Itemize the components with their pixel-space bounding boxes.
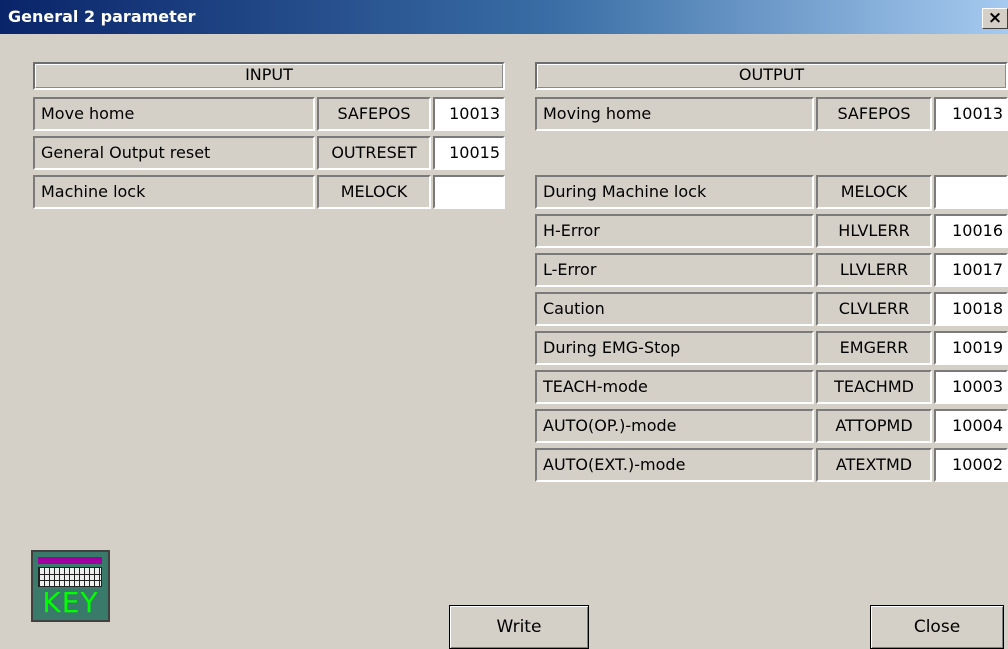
keyboard-icon[interactable]: KEY [31,550,110,622]
output-label: L-Error [535,253,814,287]
keyboard-icon-bar [38,557,102,564]
input-code: OUTRESET [317,136,431,170]
output-label: AUTO(OP.)-mode [535,409,814,443]
output-value-field[interactable]: 10003 [934,370,1008,404]
output-value-field[interactable]: 10013 [934,97,1008,131]
output-code: TEACHMD [816,370,932,404]
window-title: General 2 parameter [8,7,196,26]
output-value-field[interactable]: 10018 [934,292,1008,326]
output-code: CLVLERR [816,292,932,326]
output-label: Moving home [535,97,814,131]
output-value-field[interactable] [934,175,1008,209]
input-code: SAFEPOS [317,97,431,131]
output-label: TEACH-mode [535,370,814,404]
output-code: HLVLERR [816,214,932,248]
output-code: MELOCK [816,175,932,209]
input-value-field[interactable]: 10013 [433,97,505,131]
output-code: SAFEPOS [816,97,932,131]
output-code: ATTOPMD [816,409,932,443]
output-value-field[interactable]: 10016 [934,214,1008,248]
output-code: EMGERR [816,331,932,365]
output-label: During EMG-Stop [535,331,814,365]
input-value-field[interactable] [433,175,505,209]
output-label: During Machine lock [535,175,814,209]
close-button[interactable]: Close [870,605,1004,649]
output-label: H-Error [535,214,814,248]
output-value-field[interactable]: 10017 [934,253,1008,287]
input-label: Machine lock [33,175,315,209]
input-code: MELOCK [317,175,431,209]
close-icon: × [987,8,1003,28]
input-value-field[interactable]: 10015 [433,136,505,170]
output-code: ATEXTMD [816,448,932,482]
output-value-field[interactable]: 10019 [934,331,1008,365]
input-label: General Output reset [33,136,315,170]
title-bar: General 2 parameter × [0,0,1008,34]
output-value-field[interactable]: 10004 [934,409,1008,443]
keyboard-icon-keys [38,567,102,587]
input-label: Move home [33,97,315,131]
output-label: Caution [535,292,814,326]
key-label: KEY [42,586,99,619]
output-header: OUTPUT [535,62,1008,90]
output-value-field[interactable]: 10002 [934,448,1008,482]
output-code: LLVLERR [816,253,932,287]
input-header: INPUT [33,62,505,90]
window-close-button[interactable]: × [982,8,1008,29]
output-label: AUTO(EXT.)-mode [535,448,814,482]
write-button[interactable]: Write [449,605,589,649]
